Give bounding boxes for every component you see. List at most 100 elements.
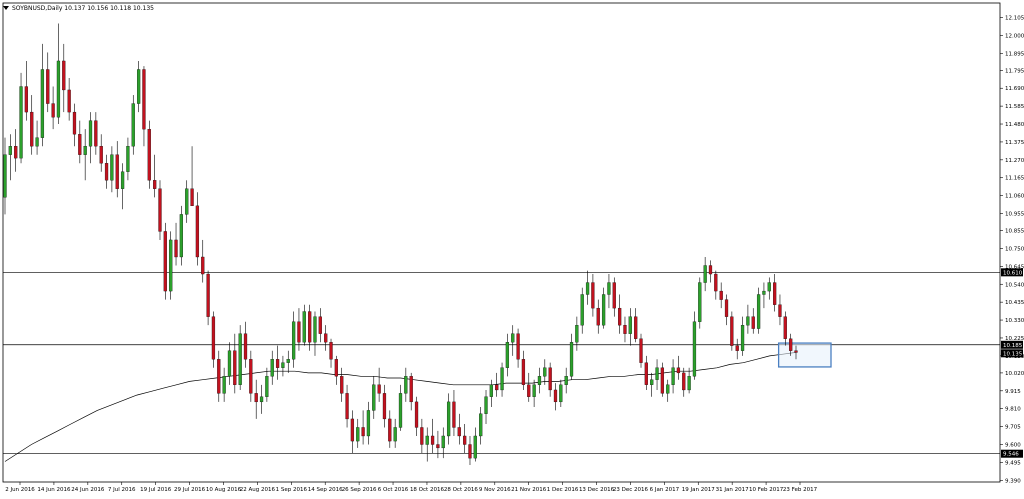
candle-bear xyxy=(457,427,461,437)
candle-bear xyxy=(51,103,55,118)
candle-bear xyxy=(211,316,216,360)
candle-bull xyxy=(543,367,547,377)
y-tick-label: 12.000 xyxy=(1005,33,1024,39)
candle-bear xyxy=(345,393,349,420)
candle-bull xyxy=(40,69,45,138)
y-tick-label: 11.270 xyxy=(1005,158,1024,164)
candle-bear xyxy=(527,384,531,397)
candle-bear xyxy=(591,282,595,309)
candle-bear xyxy=(778,304,782,317)
candle-bear xyxy=(297,321,301,343)
y-tick-label: 9.810 xyxy=(1005,407,1021,413)
chart-header: SOYBNUSD,Daily 10.137 10.156 10.118 10.1… xyxy=(3,2,154,14)
y-tick-label: 11.795 xyxy=(1005,68,1024,74)
candle-bear xyxy=(249,359,253,394)
candle-bull xyxy=(703,265,707,283)
candle-bear xyxy=(495,384,499,391)
candle-bull xyxy=(740,325,745,351)
candle-bull xyxy=(169,239,173,292)
candle-bull xyxy=(564,376,568,385)
candle-bear xyxy=(24,86,28,113)
candle-bull xyxy=(393,427,397,442)
candle-bull xyxy=(484,396,488,414)
y-tick-label: 9.705 xyxy=(1005,425,1021,431)
y-tick-label: 10.750 xyxy=(1005,246,1024,252)
candle-bear xyxy=(329,342,333,360)
candle-bear xyxy=(735,345,739,351)
x-tick-label: 31 Jan 2017 xyxy=(716,487,749,493)
x-tick-label: 19 Jan 2017 xyxy=(682,487,715,493)
x-tick-label: 1 Sep 2016 xyxy=(276,487,308,493)
x-tick-label: 22 Aug 2016 xyxy=(240,487,276,493)
candle-bear xyxy=(634,316,638,339)
candle-bear xyxy=(708,265,713,275)
y-tick-label: 10.955 xyxy=(1005,212,1024,218)
candle-bear xyxy=(414,401,419,428)
candle-bear xyxy=(676,367,681,374)
candle-bear xyxy=(724,299,729,317)
x-tick-label: 10 Aug 2016 xyxy=(206,487,242,493)
candle-bear xyxy=(201,256,205,275)
candle-bull xyxy=(398,393,403,428)
candle-bull xyxy=(404,376,408,394)
candle-bear xyxy=(233,350,237,385)
y-tick-label: 10.330 xyxy=(1005,318,1024,324)
candle-bear xyxy=(99,146,103,164)
candle-bull xyxy=(446,401,451,437)
candle-bull xyxy=(179,214,183,258)
x-tick-label: 14 Sep 2016 xyxy=(308,487,343,493)
x-tick-label: 6 Oct 2016 xyxy=(378,487,409,493)
y-tick-label: 10.020 xyxy=(1005,371,1024,377)
x-tick-label: 29 Jul 2016 xyxy=(174,487,206,493)
candle-bull xyxy=(479,413,483,437)
candle-bear xyxy=(254,393,258,403)
candle-bear xyxy=(548,367,552,391)
candle-bear xyxy=(46,69,50,104)
candle-bull xyxy=(131,103,135,147)
level-label: 10.610 xyxy=(1003,270,1023,276)
candle-bull xyxy=(136,69,141,104)
candle-bear xyxy=(174,239,178,258)
y-tick-label: 9.495 xyxy=(1005,460,1021,466)
x-tick-label: 9 Nov 2016 xyxy=(479,487,511,493)
candle-bear xyxy=(773,282,777,305)
candle-bear xyxy=(751,316,755,329)
candle-bull xyxy=(35,137,39,147)
candle-bear xyxy=(452,401,456,428)
chart-area: SOYBNUSD,Daily 10.137 10.156 10.118 10.1… xyxy=(0,0,1024,495)
candle-bear xyxy=(94,120,98,147)
dropdown-triangle-icon[interactable] xyxy=(3,6,9,10)
y-tick-label: 11.375 xyxy=(1005,140,1024,146)
candle-bull xyxy=(762,290,766,295)
candle-bull xyxy=(83,146,87,155)
candle-bull xyxy=(505,342,510,368)
candle-bear xyxy=(463,435,467,445)
candle-bear xyxy=(409,376,413,403)
candle-bull xyxy=(532,384,536,397)
candle-bear xyxy=(153,180,157,189)
candle-bear xyxy=(682,372,686,391)
x-tick-label: 23 Feb 2017 xyxy=(783,487,818,493)
candle-bear xyxy=(388,418,392,442)
candle-bull xyxy=(607,282,611,295)
candle-bull xyxy=(655,367,659,380)
level-label: 9.546 xyxy=(1003,452,1019,458)
candle-bear xyxy=(217,359,221,394)
candle-bear xyxy=(719,290,723,300)
candle-bear xyxy=(30,111,34,147)
x-tick-label: 24 Jun 2016 xyxy=(71,487,105,493)
candle-bear xyxy=(789,338,793,351)
candle-bear xyxy=(521,359,526,385)
candle-bear xyxy=(190,188,194,207)
x-tick-label: 6 Jan 2017 xyxy=(650,487,680,493)
candle-bull xyxy=(650,379,654,385)
candle-bull xyxy=(559,384,563,403)
candle-bear xyxy=(67,89,71,113)
candle-bear xyxy=(308,311,312,343)
candle-bear xyxy=(730,316,734,346)
y-tick-label: 12.105 xyxy=(1005,15,1024,21)
horizontal-levels-layer: 10.61010.1859.54610.135 xyxy=(3,268,1023,458)
axes-layer: 12.105 12.000 11.895 11.795 11.690 11.585 11.4… xyxy=(2,2,1024,493)
candlestick-chart: 10.61010.1859.54610.135 12.10512.00011.8… xyxy=(2,2,1024,493)
x-tick-label: 13 Dec 2016 xyxy=(579,487,615,493)
